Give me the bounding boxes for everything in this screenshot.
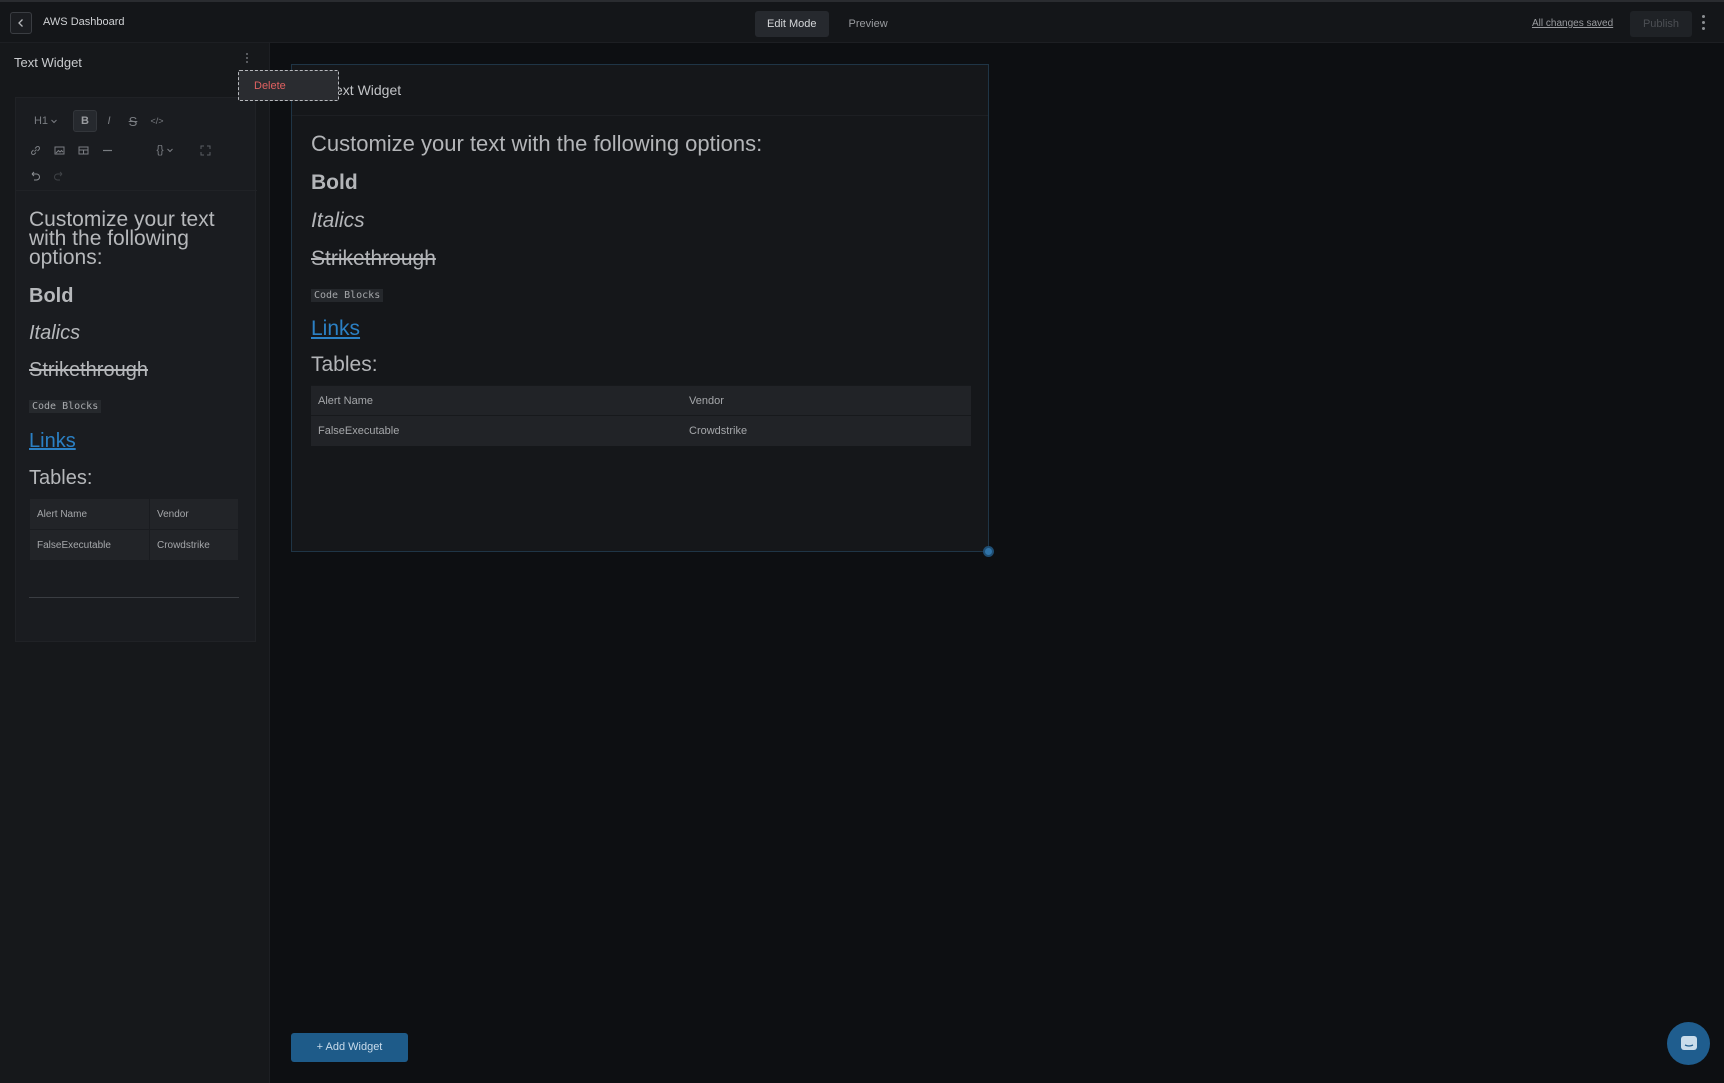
tab-edit-mode[interactable]: Edit Mode <box>755 11 829 37</box>
image-icon[interactable] <box>50 139 68 161</box>
add-widget-button[interactable]: + Add Widget <box>291 1033 408 1062</box>
code-button[interactable]: </> <box>146 110 168 132</box>
chevron-left-icon <box>18 19 23 27</box>
editor-italic-text: Italics <box>29 322 81 344</box>
table-row: FalseExecutable Crowdstrike <box>29 529 240 561</box>
widget-table: Alert Name Vendor FalseExecutable Crowds… <box>311 385 971 446</box>
chevron-down-icon <box>166 148 173 153</box>
save-status[interactable]: All changes saved <box>1532 18 1613 29</box>
widget-editor-sidebar: Text Widget H1 B I S </> {} Customize yo… <box>0 43 270 1083</box>
widget-heading: Customize your text with the following o… <box>311 131 763 156</box>
editor-tables-heading: Tables: <box>29 467 93 489</box>
editor-link[interactable]: Links <box>29 430 244 453</box>
divider <box>29 597 239 598</box>
widget-italic-text: Italics <box>311 209 365 232</box>
heading-dropdown[interactable]: H1 <box>32 110 60 132</box>
table-header-cell: Alert Name <box>29 498 150 530</box>
table-header-row: Alert Name Vendor <box>311 385 971 416</box>
chevron-down-icon <box>51 119 57 124</box>
table-icon[interactable] <box>74 139 92 161</box>
widget-header: Text Widget <box>292 65 988 116</box>
widget-options-icon[interactable] <box>244 53 250 71</box>
text-widget-card[interactable]: Text Widget Customize your text with the… <box>291 64 989 552</box>
table-cell: Crowdstrike <box>148 529 240 561</box>
widget-body: Customize your text with the following o… <box>311 131 971 446</box>
tab-preview[interactable]: Preview <box>837 11 900 37</box>
table-cell: FalseExecutable <box>311 415 682 446</box>
resize-handle[interactable] <box>983 546 994 557</box>
widget-tables-heading: Tables: <box>311 353 378 376</box>
editor-toolbar: H1 B I S </> {} <box>16 98 257 191</box>
table-header-row: Alert Name Vendor <box>29 498 240 530</box>
editor-content[interactable]: Customize your text with the following o… <box>29 198 244 598</box>
heading-label: H1 <box>33 115 49 127</box>
table-cell: FalseExecutable <box>29 529 150 561</box>
table-header-cell: Vendor <box>148 498 240 530</box>
editor-strike-text: Strikethrough <box>29 359 148 381</box>
back-button[interactable] <box>10 12 32 34</box>
variable-dropdown[interactable]: {} <box>151 139 179 161</box>
table-header-cell: Alert Name <box>311 385 682 416</box>
bold-button[interactable]: B <box>73 110 97 132</box>
strikethrough-button[interactable]: S <box>124 110 142 132</box>
variable-label: {} <box>156 144 164 156</box>
table-header-cell: Vendor <box>682 385 971 416</box>
mode-tabs: Edit Mode Preview <box>755 11 900 37</box>
chat-support-button[interactable] <box>1667 1022 1710 1065</box>
dashboard-title: AWS Dashboard <box>43 16 125 28</box>
widget-link[interactable]: Links <box>311 317 971 341</box>
editor-bold-text: Bold <box>29 285 74 307</box>
widget-options-menu: Delete <box>238 70 339 101</box>
rich-text-editor[interactable]: H1 B I S </> {} Customize your text with… <box>15 97 257 642</box>
table-cell: Crowdstrike <box>682 415 971 446</box>
delete-menu-item[interactable]: Delete <box>254 80 286 92</box>
redo-icon[interactable] <box>50 165 68 187</box>
editor-code-block: Code Blocks <box>29 400 102 413</box>
chat-icon <box>1680 1035 1697 1050</box>
publish-button[interactable]: Publish <box>1630 11 1692 37</box>
editor-heading: Customize your text with the following o… <box>29 208 215 269</box>
sidebar-title: Text Widget <box>14 55 82 70</box>
fullscreen-icon[interactable] <box>196 139 214 161</box>
more-options-icon[interactable] <box>1700 15 1706 33</box>
widget-code-block: Code Blocks <box>311 289 384 302</box>
editor-table: Alert Name Vendor FalseExecutable Crowds… <box>29 498 240 561</box>
widget-bold-text: Bold <box>311 171 358 194</box>
italic-button[interactable]: I <box>100 110 118 132</box>
table-row: FalseExecutable Crowdstrike <box>311 415 971 446</box>
link-icon[interactable] <box>26 139 44 161</box>
undo-icon[interactable] <box>26 165 44 187</box>
widget-strike-text: Strikethrough <box>311 247 436 270</box>
top-bar: AWS Dashboard Edit Mode Preview All chan… <box>0 0 1724 43</box>
horizontal-rule-icon[interactable] <box>98 139 116 161</box>
